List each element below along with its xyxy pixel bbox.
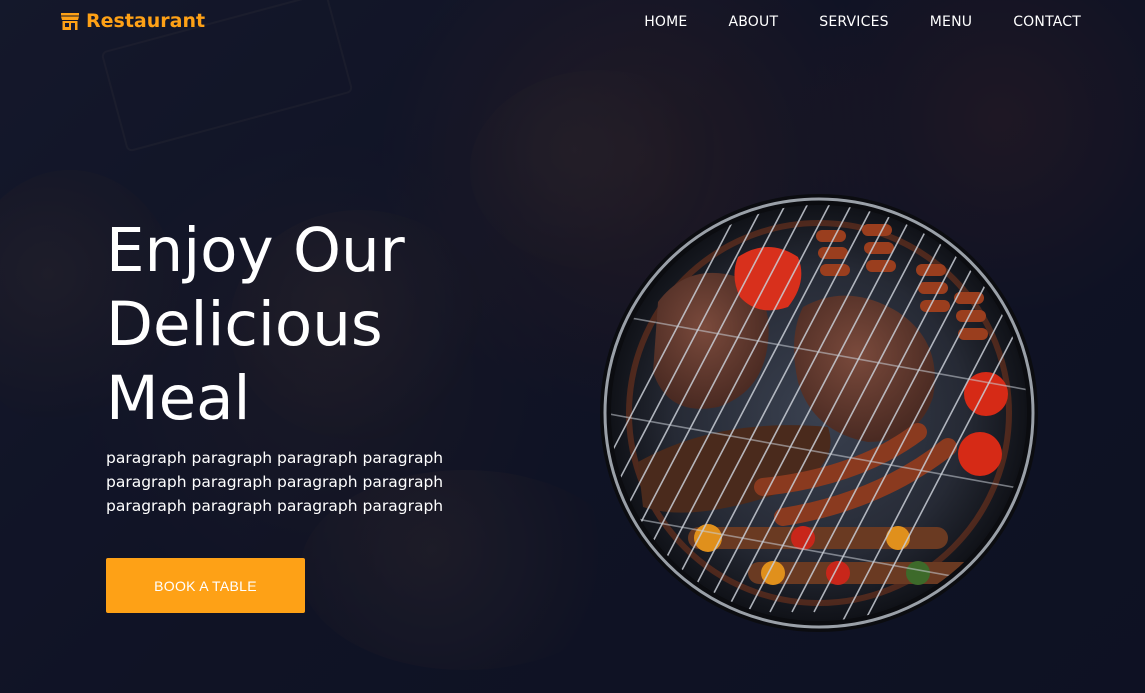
hero-title: Enjoy Our Delicious Meal bbox=[106, 214, 526, 436]
hero-title-line: Delicious bbox=[106, 289, 383, 360]
hero-paragraph: paragraph paragraph paragraph paragraph … bbox=[106, 446, 486, 518]
hero-paragraph-line: paragraph paragraph paragraph paragraph bbox=[106, 497, 444, 515]
nav-item-contact[interactable]: CONTACT bbox=[1013, 14, 1081, 30]
nav-item-services[interactable]: SERVICES bbox=[819, 14, 889, 30]
navbar: Restaurant HOME ABOUT SERVICES MENU CONT… bbox=[0, 0, 1145, 46]
grill-food-image bbox=[600, 194, 1038, 632]
nav-item-menu[interactable]: MENU bbox=[930, 14, 972, 30]
brand-name: Restaurant bbox=[86, 10, 206, 32]
hero-title-line: Meal bbox=[106, 363, 251, 434]
book-table-button[interactable]: BOOK A TABLE bbox=[106, 558, 305, 613]
storefront-icon bbox=[61, 12, 79, 30]
nav-menu: HOME ABOUT SERVICES MENU CONTACT bbox=[603, 14, 1081, 30]
nav-item-home[interactable]: HOME bbox=[644, 14, 687, 30]
brand-logo[interactable]: Restaurant bbox=[61, 10, 205, 32]
hero-title-line: Enjoy Our bbox=[106, 215, 405, 286]
nav-item-about[interactable]: ABOUT bbox=[728, 14, 778, 30]
hero-paragraph-line: paragraph paragraph paragraph paragraph bbox=[106, 473, 444, 491]
hero-paragraph-line: paragraph paragraph paragraph paragraph bbox=[106, 449, 444, 467]
hero-section: Restaurant HOME ABOUT SERVICES MENU CONT… bbox=[0, 0, 1145, 693]
